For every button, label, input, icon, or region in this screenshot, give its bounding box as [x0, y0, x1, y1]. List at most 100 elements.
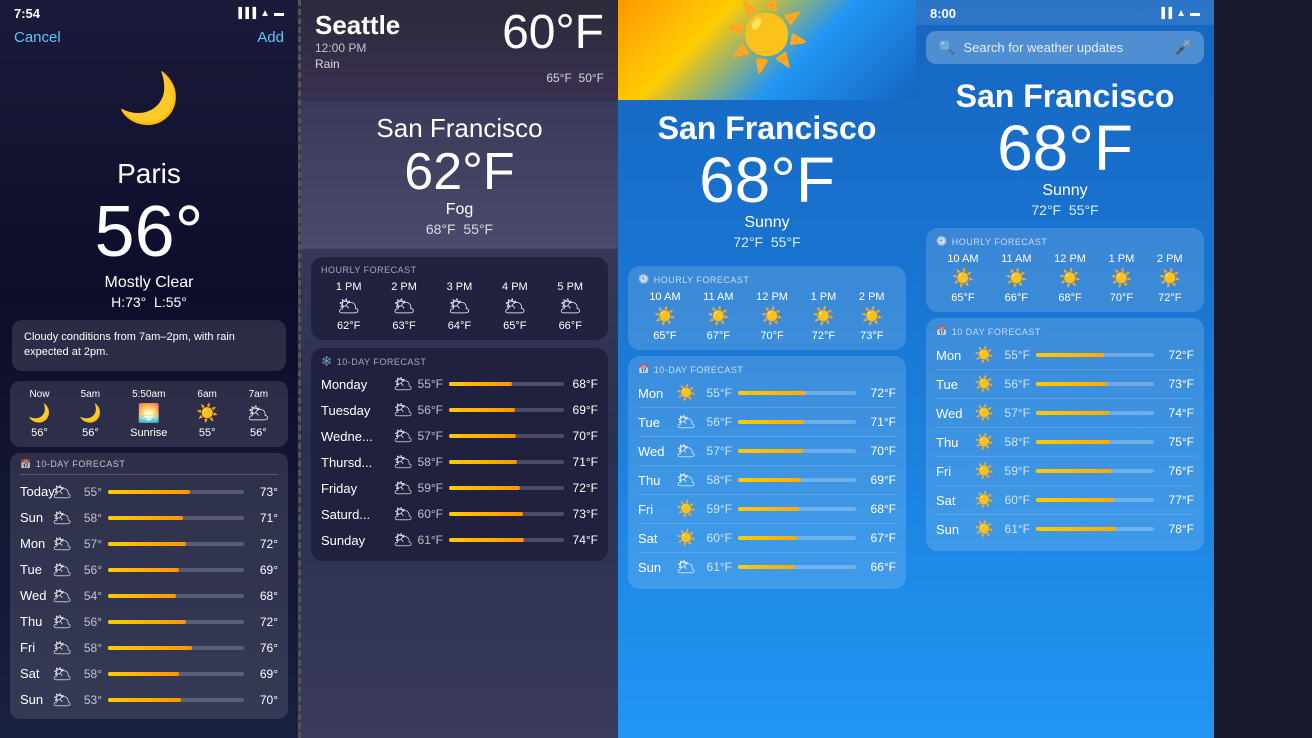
hour-item: 5 PM🌥66°F	[557, 281, 583, 332]
forecast-row: Wedne... 🌥 57°F 70°F	[321, 423, 598, 449]
seattle-section: Seattle 12:00 PM 60°F Rain 65°F 50°F	[301, 0, 618, 97]
hour-item: 6am☀️55°	[196, 389, 218, 439]
p3-hourly-header: 🕙Hourly Forecast	[638, 274, 896, 285]
sf-dark-temp: 62°F	[315, 144, 604, 201]
sf-dark-city: San Francisco	[315, 113, 604, 144]
p2-hourly-header: Hourly Forecast	[321, 265, 598, 275]
hour-item: 2 PM☀️72°F	[1157, 253, 1183, 304]
hour-item: 2 PM☀️73°F	[859, 291, 885, 342]
forecast-row: Monday 🌥 55°F 68°F	[321, 371, 598, 397]
seattle-hilo: 65°F 50°F	[315, 71, 604, 85]
time-4: 8:00	[930, 6, 956, 21]
p2-hourly-section: Hourly Forecast 1 PM🌥62°F2 PM🌥63°F3 PM🌥6…	[311, 257, 608, 340]
forecast-row: Saturd... 🌥 60°F 73°F	[321, 501, 598, 527]
forecast-row: Thursd... 🌥 58°F 71°F	[321, 449, 598, 475]
forecast-row: Mon ☀️ 55°F 72°F	[936, 341, 1194, 370]
forecast-row: Friday 🌥 59°F 72°F	[321, 475, 598, 501]
hour-item: 5:50am🌅Sunrise	[130, 389, 167, 439]
forecast-row: Thu ☀️ 58°F 75°F	[936, 428, 1194, 457]
sf-hero-image: ☀️	[618, 0, 916, 100]
paris-top-actions: Cancel Add	[0, 25, 298, 54]
forecast-row: Fri ☀️ 59°F 76°F	[936, 457, 1194, 486]
sf-sunny-city: San Francisco	[632, 110, 902, 147]
hour-item: 12 PM☀️68°F	[1054, 253, 1086, 304]
forecast-row: Mon 🌥 57° 72°	[20, 531, 278, 557]
hour-item: 5am🌙56°	[79, 389, 101, 439]
forecast-row: Wed ☀️ 57°F 74°F	[936, 399, 1194, 428]
sf-sunny-condition: Sunny	[632, 214, 902, 232]
forecast-row: Sun 🌥 58° 71°	[20, 505, 278, 531]
sf-sunny-temp: 68°F	[632, 147, 902, 214]
forecast-row: Sun 🌥 53° 70°	[20, 687, 278, 713]
p4-hourly-header: 🕙Hourly Forecast	[936, 236, 1194, 247]
forecast-row: Fri ☀️ 59°F 68°F	[638, 495, 896, 524]
status-icons-4: ▐▐ ▲ ▬	[1158, 8, 1200, 19]
status-bar-1: 7:54 ▐▐▐ ▲ ▬	[0, 0, 298, 25]
wifi-icon: ▲	[260, 8, 270, 19]
hour-item: 4 PM🌥65°F	[502, 281, 528, 332]
search-icon: 🔍	[938, 39, 955, 56]
forecast-row: Sun 🌥 61°F 66°F	[638, 553, 896, 581]
sf-dark-hilo: 68°F 55°F	[315, 221, 604, 237]
forecast-row: Sat 🌥 58° 69°	[20, 661, 278, 687]
forecast-row: Tue 🌥 56°F 71°F	[638, 408, 896, 437]
paris-cloud-note: Cloudy conditions from 7am–2pm, with rai…	[12, 320, 286, 371]
forecast-row: Today 🌥 55° 73°	[20, 479, 278, 505]
sf-dark-condition: Fog	[315, 201, 604, 219]
forecast-row: Sat ☀️ 60°F 77°F	[936, 486, 1194, 515]
p4-forecast-section: 📅10 DAY FORECAST Mon ☀️ 55°F 72°F Tue ☀️…	[926, 318, 1204, 551]
search-placeholder: Search for weather updates	[963, 40, 1166, 55]
sun-icon: ☀️	[723, 0, 810, 77]
sf-search-main: San Francisco 68°F Sunny 72°F 55°F	[916, 70, 1214, 222]
forecast-row: Wed 🌥 57°F 70°F	[638, 437, 896, 466]
battery-icon: ▬	[274, 8, 284, 19]
hour-item: 10 AM☀️65°F	[649, 291, 680, 342]
forecast-row: Sunday 🌥 61°F 74°F	[321, 527, 598, 553]
sf-sunny-hilo: 72°F 55°F	[632, 234, 902, 250]
paris-hilo: H:73° L:55°	[0, 294, 298, 310]
forecast-row: Sun ☀️ 61°F 78°F	[936, 515, 1194, 543]
signal-icon: ▐▐▐	[235, 8, 256, 19]
hour-item: 11 AM☀️66°F	[1001, 253, 1031, 304]
forecast-row: Tue 🌥 56° 69°	[20, 557, 278, 583]
paris-condition: Mostly Clear	[0, 274, 298, 292]
forecast-row: Mon ☀️ 55°F 72°F	[638, 379, 896, 408]
hour-item: 7am🌥56°	[247, 389, 270, 439]
forecast-row: Fri 🌥 58° 76°	[20, 635, 278, 661]
hour-item: 1 PM☀️70°F	[1109, 253, 1135, 304]
cancel-button[interactable]: Cancel	[14, 29, 61, 46]
sf-search-hilo: 72°F 55°F	[930, 202, 1200, 218]
status-bar-4: 8:00 ▐▐ ▲ ▬	[916, 0, 1214, 25]
sf-search-city: San Francisco	[930, 78, 1200, 115]
hour-item: 11 AM☀️67°F	[703, 291, 733, 342]
hour-item: 3 PM🌥64°F	[447, 281, 473, 332]
hour-item: 1 PM🌥62°F	[336, 281, 362, 332]
panel-paris: 7:54 ▐▐▐ ▲ ▬ Cancel Add 🌙 Paris 56° Most…	[0, 0, 298, 738]
battery-icon-4: ▬	[1190, 8, 1200, 19]
paris-city: Paris	[0, 158, 298, 190]
wifi-icon-4: ▲	[1176, 8, 1186, 19]
hour-item: Now🌙56°	[28, 389, 50, 439]
sf-dark-section: San Francisco 62°F Fog 68°F 55°F	[301, 101, 618, 249]
time-1: 7:54	[14, 6, 40, 21]
sf-sunny-main: San Francisco 68°F Sunny 72°F 55°F	[618, 100, 916, 260]
panel-sf-search: 8:00 ▐▐ ▲ ▬ 🔍 Search for weather updates…	[916, 0, 1214, 738]
p3-hourly-section: 🕙Hourly Forecast 10 AM☀️65°F11 AM☀️67°F1…	[628, 266, 906, 350]
forecast-row: Wed 🌥 54° 68°	[20, 583, 278, 609]
add-button[interactable]: Add	[257, 29, 284, 46]
search-bar[interactable]: 🔍 Search for weather updates 🎤	[926, 31, 1204, 64]
p2-forecast-section: ❄️10-DAY FORECAST Monday 🌥 55°F 68°F Tue…	[311, 348, 608, 561]
paris-temp: 56°	[0, 196, 298, 268]
panel-sf-sunny: ☀️ San Francisco 68°F Sunny 72°F 55°F 🕙H…	[618, 0, 916, 738]
sf-search-temp: 68°F	[930, 115, 1200, 182]
mic-icon[interactable]: 🎤	[1175, 39, 1192, 56]
forecast-row: Tue ☀️ 56°F 73°F	[936, 370, 1194, 399]
seattle-temp: 60°F	[502, 5, 604, 60]
paris-forecast: 📅10-DAY FORECAST Today 🌥 55° 73° Sun 🌥 5…	[10, 453, 288, 719]
sf-search-condition: Sunny	[930, 182, 1200, 200]
p4-forecast-header: 📅10 DAY FORECAST	[936, 326, 1194, 337]
paris-hourly: Now🌙56° 5am🌙56° 5:50am🌅Sunrise 6am☀️55° 7am🌥…	[10, 381, 288, 447]
forecast-row: Tuesday 🌥 56°F 69°F	[321, 397, 598, 423]
panel-seattle-sf: Seattle 12:00 PM 60°F Rain 65°F 50°F San…	[298, 0, 618, 738]
p4-hourly-section: 🕙Hourly Forecast 10 AM☀️65°F11 AM☀️66°F1…	[926, 228, 1204, 312]
